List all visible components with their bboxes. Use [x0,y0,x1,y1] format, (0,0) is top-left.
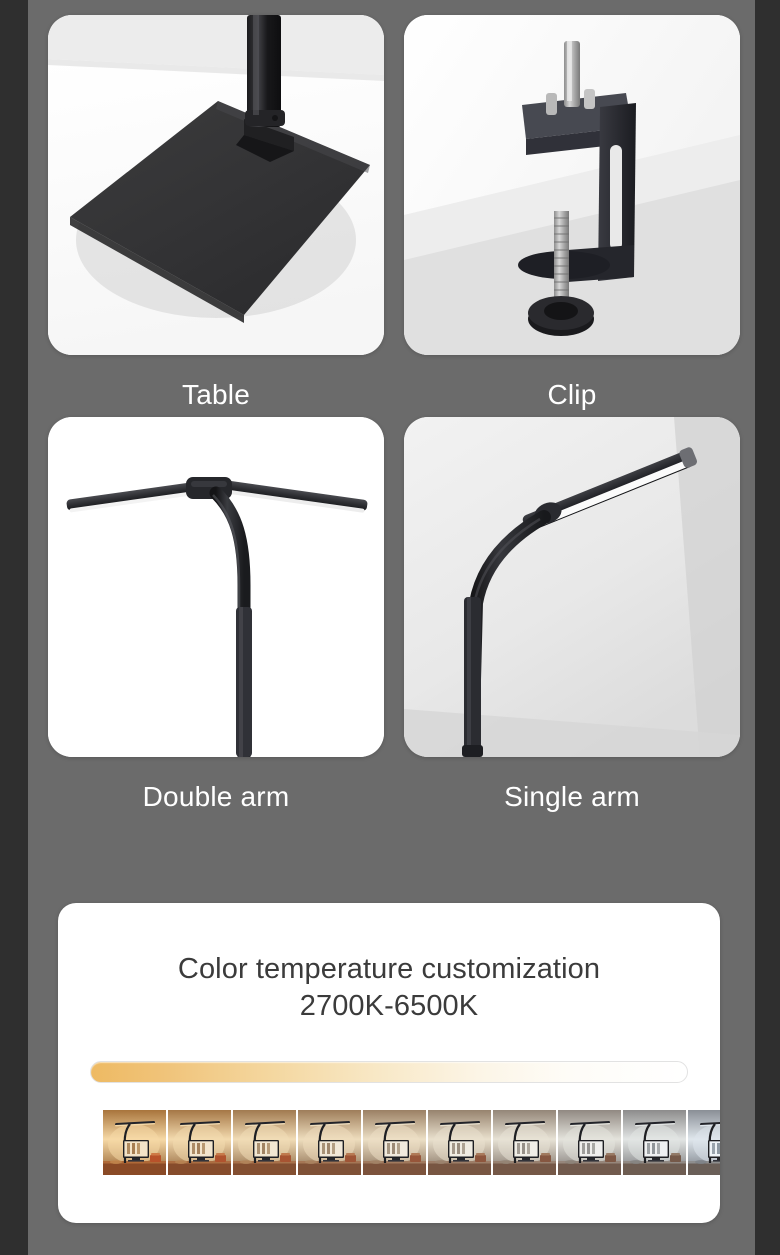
mounting-option-table[interactable]: Table [48,15,384,417]
mounting-options-row-2: Double arm Single arm [48,417,740,819]
mounting-option-label-single-arm: Single arm [504,781,640,812]
mounting-option-single-arm[interactable]: Single arm [404,417,740,819]
mounting-option-label-double-arm: Double arm [142,781,290,812]
single-arm-lamp-illustration [404,417,740,757]
desk-clamp-photo[interactable] [404,15,740,355]
color-temperature-swatch[interactable] [688,1110,720,1175]
mounting-option-clip[interactable]: Clip [404,15,740,417]
color-temperature-swatch[interactable] [623,1110,686,1175]
color-temperature-swatch[interactable] [558,1110,621,1175]
color-temperature-gradient-bar[interactable] [90,1061,688,1083]
gradient-track[interactable] [90,1061,688,1083]
color-temperature-swatch[interactable] [233,1110,296,1175]
color-temperature-title: Color temperature customization [177,953,601,985]
mounting-options-row-1: Table Clip [48,15,740,417]
color-temperature-swatch[interactable] [493,1110,556,1175]
double-arm-lamp-illustration [48,417,384,757]
color-temperature-swatch[interactable] [168,1110,231,1175]
color-temperature-swatch[interactable] [103,1110,166,1175]
color-temperature-swatch-strip [103,1110,720,1175]
lamp-base-plate-photo[interactable] [48,15,384,355]
clip-clamp-illustration [404,15,740,355]
color-temperature-swatch[interactable] [298,1110,361,1175]
table-base-illustration [48,15,384,355]
product-detail-page: Table Clip Double arm Single arm Color t… [28,0,755,1255]
mounting-options-grid: Table Clip Double arm Single arm [48,15,740,819]
color-temperature-range: 2700K-6500K [299,990,479,1023]
mounting-option-label-table: Table [182,379,250,410]
color-temperature-card: Color temperature customization 2700K-65… [58,903,720,1223]
color-temperature-swatch[interactable] [428,1110,491,1175]
single-arm-lamp-photo[interactable] [404,417,740,757]
mounting-option-double-arm[interactable]: Double arm [48,417,384,819]
double-arm-lamp-photo[interactable] [48,417,384,757]
mounting-option-label-clip: Clip [547,379,597,410]
color-temperature-swatch[interactable] [363,1110,426,1175]
